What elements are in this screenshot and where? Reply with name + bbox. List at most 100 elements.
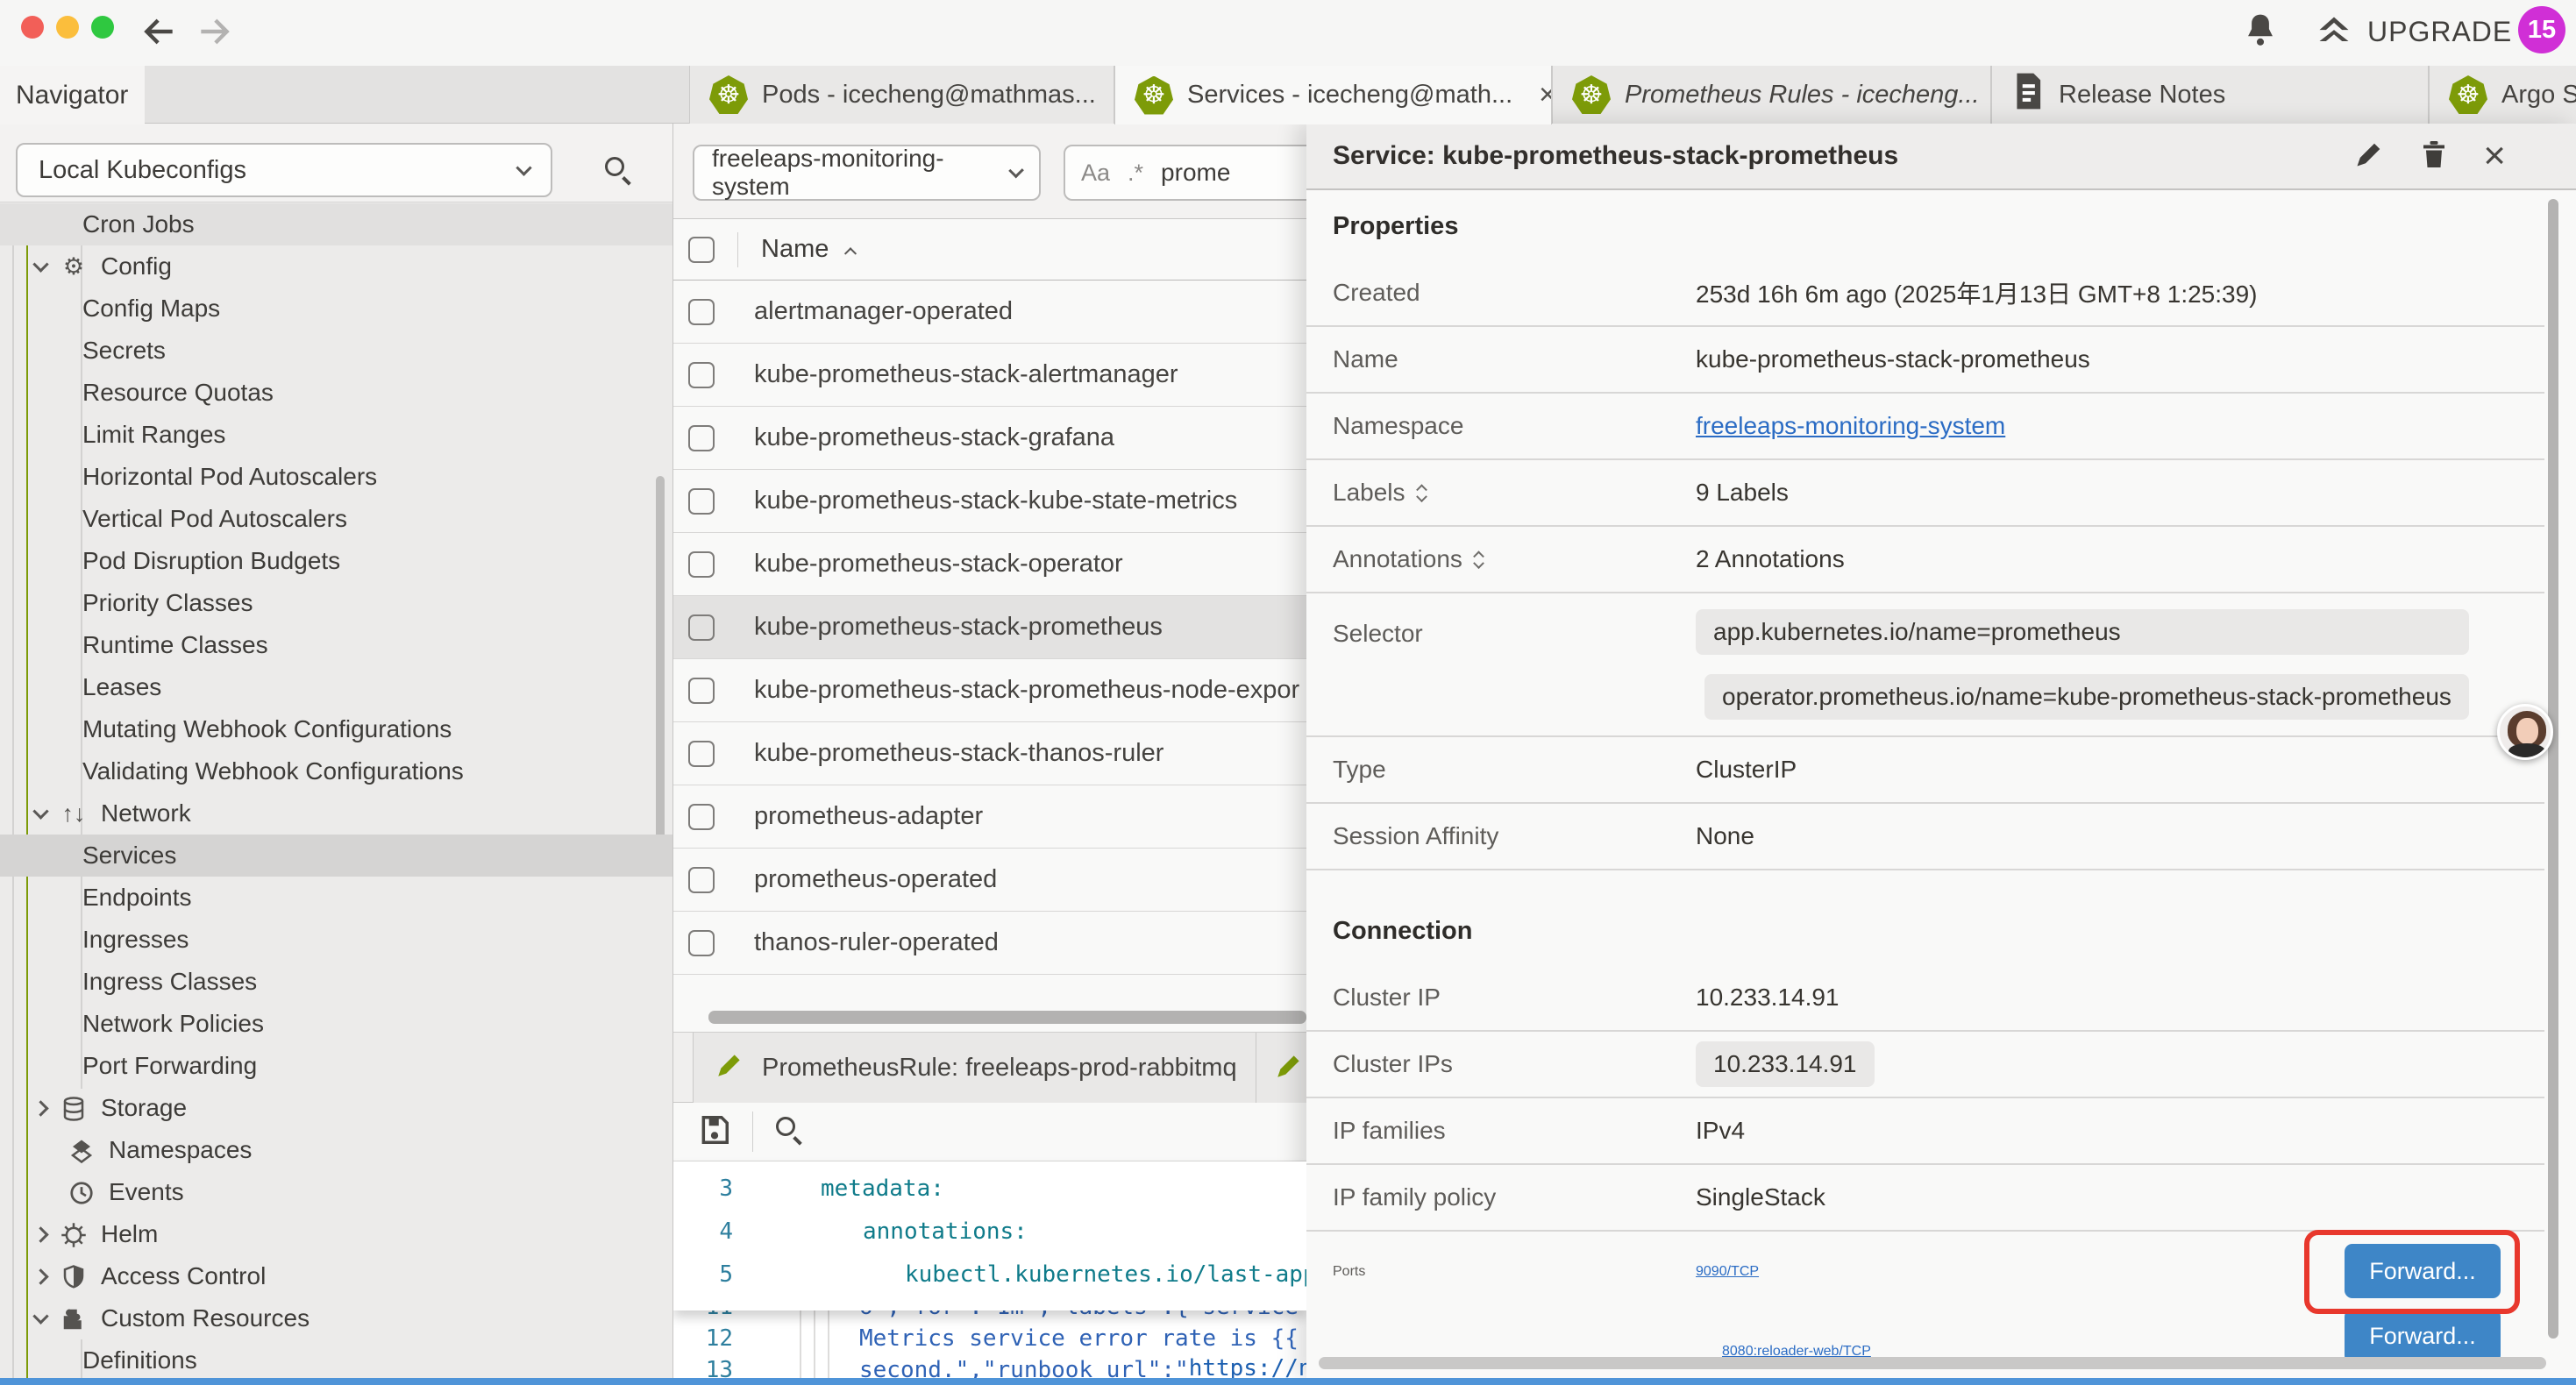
namespace-link[interactable]: freeleaps-monitoring-system: [1696, 412, 2005, 440]
sidebar-item-ingress-classes[interactable]: Ingress Classes: [0, 961, 673, 1003]
sidebar-item-limit-ranges[interactable]: Limit Ranges: [0, 414, 673, 456]
close-icon[interactable]: ×: [2483, 140, 2506, 172]
yaml-editor[interactable]: 11o","for":"1m","labels":{"service": 12M…: [673, 1161, 1306, 1378]
notifications-bell-icon[interactable]: [2241, 11, 2280, 53]
sidebar-item-endpoints[interactable]: Endpoints: [0, 877, 673, 919]
minimize-window-button[interactable]: [56, 16, 79, 39]
sidebar-item-access-control[interactable]: Access Control: [0, 1255, 673, 1297]
navigator-tab-label: Navigator: [16, 81, 128, 110]
row-checkbox[interactable]: [688, 362, 715, 388]
item-label: Config Maps: [82, 295, 220, 323]
row-checkbox[interactable]: [688, 614, 715, 641]
table-row[interactable]: kube-prometheus-stack-kube-state-metrics: [673, 470, 1306, 533]
code-link[interactable]: https://net: [1189, 1355, 1306, 1378]
sidebar-item-config[interactable]: ⚙Config: [0, 245, 673, 288]
forward-icon[interactable]: [195, 12, 233, 51]
sidebar-controls: Local Kubeconfigs: [0, 124, 673, 202]
sidebar-item-cron-jobs[interactable]: Cron Jobs: [0, 203, 673, 245]
edit-pencil-icon[interactable]: [2353, 138, 2385, 174]
sidebar-item-services[interactable]: Services: [0, 835, 673, 877]
sidebar-item-pod-disruption-budgets[interactable]: Pod Disruption Budgets: [0, 540, 673, 582]
tab-pods[interactable]: ☸ Pods - icecheng@mathmas...: [689, 66, 1114, 124]
sidebar-item-namespaces[interactable]: Namespaces: [0, 1129, 673, 1171]
regex-toggle[interactable]: .*: [1128, 160, 1143, 187]
row-checkbox[interactable]: [688, 678, 715, 704]
name-filter-input[interactable]: Aa .* prome: [1064, 145, 1306, 201]
table-row[interactable]: kube-prometheus-stack-operator: [673, 533, 1306, 596]
sidebar-item-network[interactable]: ↑↓Network: [0, 792, 673, 835]
sidebar-item-port-forwarding[interactable]: Port Forwarding: [0, 1045, 673, 1087]
sidebar-item-events[interactable]: Events: [0, 1171, 673, 1213]
sidebar-item-priority-classes[interactable]: Priority Classes: [0, 582, 673, 624]
close-window-button[interactable]: [21, 16, 44, 39]
row-checkbox[interactable]: [688, 741, 715, 767]
sidebar-item-horizontal-pod-autoscalers[interactable]: Horizontal Pod Autoscalers: [0, 456, 673, 498]
search-icon[interactable]: [603, 155, 633, 189]
horizontal-scrollbar[interactable]: [708, 1011, 1306, 1024]
table-row[interactable]: kube-prometheus-stack-grafana: [673, 407, 1306, 470]
sidebar-item-helm[interactable]: Helm: [0, 1213, 673, 1255]
sidebar-item-definitions[interactable]: Definitions: [0, 1339, 673, 1378]
row-checkbox[interactable]: [688, 488, 715, 515]
item-label: Validating Webhook Configurations: [82, 757, 464, 785]
sidebar-item-config-maps[interactable]: Config Maps: [0, 288, 673, 330]
sidebar-item-validating-webhook-configurations[interactable]: Validating Webhook Configurations: [0, 750, 673, 792]
port-link-9090[interactable]: 9090/TCP: [1696, 1264, 1759, 1280]
item-label: Definitions: [82, 1346, 197, 1374]
kubeconfig-selector[interactable]: Local Kubeconfigs: [16, 143, 552, 197]
row-checkbox[interactable]: [688, 804, 715, 830]
editor-tab-prometheusrule[interactable]: PrometheusRule: freeleaps-prod-rabbitmq: [693, 1033, 1256, 1104]
sidebar-item-leases[interactable]: Leases: [0, 666, 673, 708]
item-label: Pod Disruption Budgets: [82, 547, 340, 575]
table-row[interactable]: kube-prometheus-stack-prometheus-node-ex…: [673, 659, 1306, 722]
row-checkbox[interactable]: [688, 551, 715, 578]
match-case-toggle[interactable]: Aa: [1081, 160, 1110, 187]
sidebar-item-mutating-webhook-configurations[interactable]: Mutating Webhook Configurations: [0, 708, 673, 750]
table-row[interactable]: alertmanager-operated: [673, 281, 1306, 344]
sidebar-item-resource-quotas[interactable]: Resource Quotas: [0, 372, 673, 414]
row-value: kube-prometheus-stack-prometheus: [1696, 345, 2090, 373]
detail-vertical-scrollbar[interactable]: [2548, 199, 2558, 1339]
row-checkbox[interactable]: [688, 930, 715, 956]
back-icon[interactable]: [140, 12, 179, 51]
sidebar-item-runtime-classes[interactable]: Runtime Classes: [0, 624, 673, 666]
namespace-selector[interactable]: freeleaps-monitoring-system: [693, 145, 1041, 201]
expand-collapse-icon[interactable]: [1475, 549, 1483, 570]
delete-trash-icon[interactable]: [2418, 138, 2450, 174]
sort-ascending-icon[interactable]: [844, 247, 857, 259]
table-row-selected[interactable]: kube-prometheus-stack-prometheus: [673, 596, 1306, 659]
detail-horizontal-scrollbar[interactable]: [1319, 1357, 2546, 1369]
upgrade-button[interactable]: UPGRADE: [2315, 12, 2512, 51]
row-checkbox[interactable]: [688, 425, 715, 451]
tab-services[interactable]: ☸ Services - icecheng@math... ×: [1114, 66, 1552, 124]
expand-collapse-icon[interactable]: [1418, 482, 1426, 503]
sidebar-item-storage[interactable]: Storage: [0, 1087, 673, 1129]
table-row[interactable]: prometheus-adapter: [673, 785, 1306, 849]
sidebar-item-custom-resources[interactable]: Custom Resources: [0, 1297, 673, 1339]
select-all-checkbox[interactable]: [688, 237, 715, 263]
sidebar-item-ingresses[interactable]: Ingresses: [0, 919, 673, 961]
row-checkbox[interactable]: [688, 867, 715, 893]
tab-release-notes[interactable]: Release Notes: [1991, 66, 2429, 124]
tab-argo[interactable]: ☸ Argo Se: [2429, 66, 2576, 124]
notification-count-badge[interactable]: 15: [2518, 6, 2565, 53]
table-row[interactable]: prometheus-operated: [673, 849, 1306, 912]
tab-prometheus-rules[interactable]: ☸ Prometheus Rules - icecheng...: [1552, 66, 1991, 124]
table-row[interactable]: thanos-ruler-operated: [673, 912, 1306, 975]
editor-search-icon[interactable]: [774, 1115, 804, 1149]
sidebar-item-network-policies[interactable]: Network Policies: [0, 1003, 673, 1045]
sidebar-item-secrets[interactable]: Secrets: [0, 330, 673, 372]
name-column-header[interactable]: Name: [761, 235, 829, 264]
close-tab-icon[interactable]: ×: [1539, 78, 1552, 112]
save-icon[interactable]: [698, 1113, 731, 1151]
forward-button-8080[interactable]: Forward...: [2345, 1309, 2501, 1363]
avatar[interactable]: [2497, 704, 2553, 760]
zoom-window-button[interactable]: [91, 16, 114, 39]
editor-tab-partial[interactable]: [1256, 1033, 1306, 1104]
tab-navigator[interactable]: Navigator: [0, 66, 145, 124]
sidebar-item-vertical-pod-autoscalers[interactable]: Vertical Pod Autoscalers: [0, 498, 673, 540]
section-heading-properties: Properties: [1306, 192, 2576, 260]
table-row[interactable]: kube-prometheus-stack-thanos-ruler: [673, 722, 1306, 785]
table-row[interactable]: kube-prometheus-stack-alertmanager: [673, 344, 1306, 407]
row-checkbox[interactable]: [688, 299, 715, 325]
